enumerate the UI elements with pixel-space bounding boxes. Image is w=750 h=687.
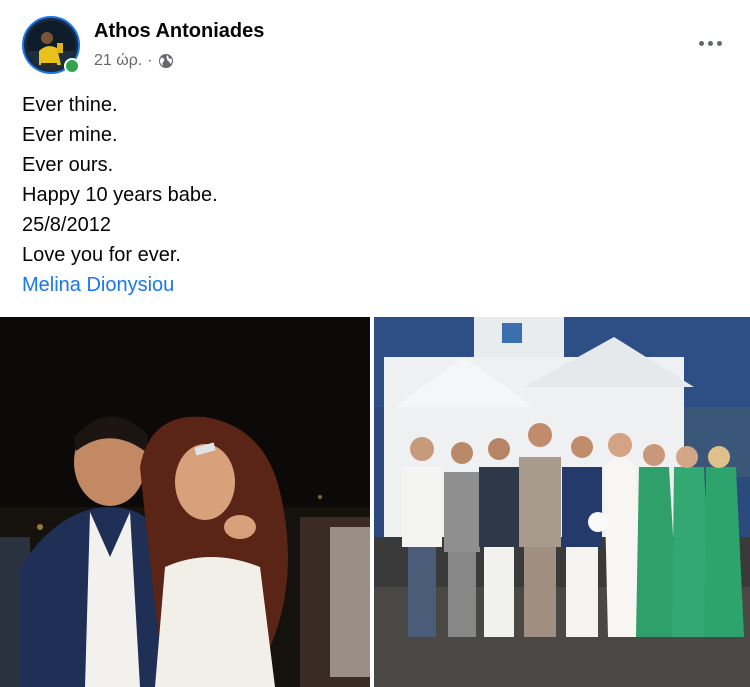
- feed-post: Athos Antoniades 21 ώρ. · Ever thine. Ev…: [0, 0, 750, 687]
- online-status-indicator: [64, 58, 80, 74]
- wedding-party-chapel-photo[interactable]: [374, 317, 750, 687]
- globe-icon[interactable]: [158, 53, 174, 69]
- photo-grid: [0, 317, 750, 687]
- post-text-line: 25/8/2012: [22, 214, 111, 236]
- post-timestamp[interactable]: 21 ώρ.: [94, 52, 142, 70]
- post-text-line: Ever ours.: [22, 154, 114, 176]
- post-text-line: Happy 10 years babe.: [22, 184, 218, 206]
- post-header: Athos Antoniades 21 ώρ. ·: [22, 16, 732, 78]
- wedding-couple-photo[interactable]: [0, 317, 370, 687]
- post-text-line: Ever mine.: [22, 124, 118, 146]
- tagged-person-link[interactable]: Melina Dionysiou: [22, 270, 722, 300]
- author-avatar[interactable]: [22, 16, 82, 76]
- post-body: Ever thine. Ever mine. Ever ours. Happy …: [22, 90, 722, 300]
- post-text-line: Ever thine.: [22, 94, 118, 116]
- meta-separator: ·: [147, 52, 153, 69]
- author-name[interactable]: Athos Antoniades: [94, 20, 264, 43]
- more-options-icon[interactable]: [692, 30, 728, 56]
- post-text-line: Love you for ever.: [22, 244, 181, 266]
- post-meta: 21 ώρ. ·: [94, 52, 174, 70]
